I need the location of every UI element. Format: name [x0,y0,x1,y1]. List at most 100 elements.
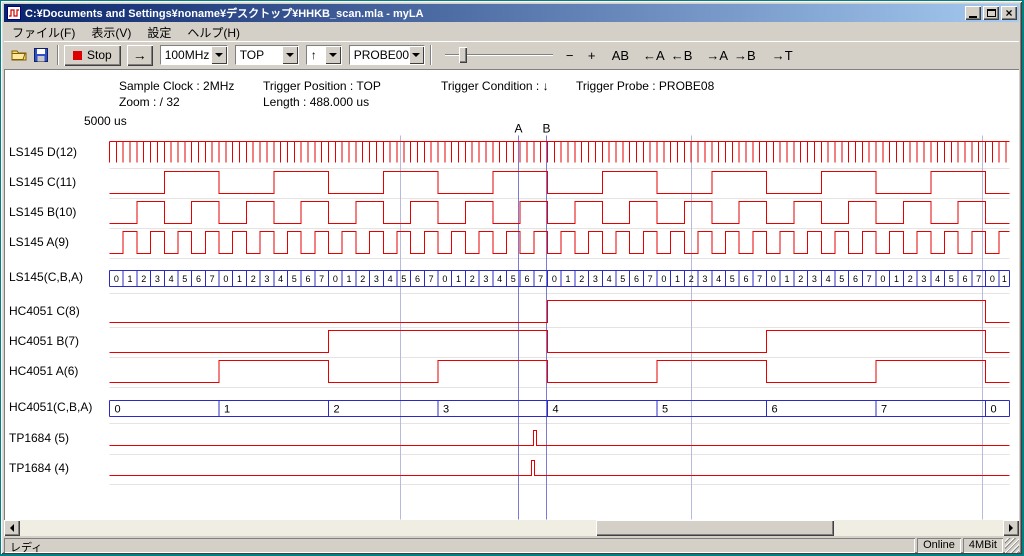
svg-text:5: 5 [292,274,297,284]
toolbar-separator [57,45,59,65]
svg-text:2: 2 [798,274,803,284]
svg-text:4: 4 [607,274,612,284]
svg-text:0: 0 [552,274,557,284]
svg-text:0: 0 [880,274,885,284]
stop-button[interactable]: Stop [64,45,121,66]
svg-text:7: 7 [757,274,762,284]
save-button[interactable] [30,44,52,66]
stop-icon [73,51,82,60]
svg-text:A: A [514,122,522,136]
svg-text:2: 2 [470,274,475,284]
maximize-button[interactable] [983,6,999,20]
toolbar-separator [430,45,432,65]
zoom-slider[interactable] [445,45,553,65]
trigger-edge-select[interactable]: ↑ [306,45,342,65]
svg-text:1: 1 [128,274,133,284]
svg-text:3: 3 [483,274,488,284]
goto-a-right-button[interactable]: →A [703,45,731,65]
chevron-down-glyph [329,53,337,57]
svg-text:6: 6 [962,274,967,284]
svg-text:0: 0 [771,274,776,284]
svg-text:4: 4 [169,274,174,284]
probe-select-value: PROBE00 [350,46,409,64]
goto-b-right-button[interactable]: →B [731,45,759,65]
svg-text:5: 5 [620,274,625,284]
svg-text:4: 4 [716,274,721,284]
chevron-down-icon[interactable] [325,46,341,64]
svg-text:3: 3 [374,274,379,284]
svg-text:4: 4 [553,404,559,416]
svg-text:6: 6 [524,274,529,284]
scroll-right-button[interactable] [1003,520,1019,536]
svg-text:3: 3 [264,274,269,284]
svg-text:3: 3 [812,274,817,284]
svg-text:3: 3 [921,274,926,284]
trigger-position-select[interactable]: TOP [235,45,299,65]
goto-t-button[interactable]: →T [769,45,796,65]
svg-text:4: 4 [935,274,940,284]
trigger-position-value: TOP [236,46,282,64]
svg-text:6: 6 [853,274,858,284]
zoom-out-button[interactable]: − [559,45,581,65]
svg-text:1: 1 [894,274,899,284]
desktop: { "window": { "title": "C:¥Documents and… [0,0,1024,556]
svg-text:3: 3 [593,274,598,284]
chevron-down-icon[interactable] [211,46,227,64]
zoom-in-button[interactable]: + [581,45,603,65]
waveform-plot[interactable]: AB01234567012345670123456701234567012345… [4,69,1019,520]
ab-button[interactable]: AB [609,45,632,65]
scroll-left-button[interactable] [4,520,20,536]
svg-text:2: 2 [251,274,256,284]
svg-text:5: 5 [662,404,668,416]
goto-b-left-button[interactable]: ←B [668,45,696,65]
titlebar[interactable]: C:¥Documents and Settings¥noname¥デスクトップ¥… [4,4,1019,22]
menu-view[interactable]: 表示(V) [83,23,139,42]
run-button[interactable]: → [127,45,153,66]
svg-text:4: 4 [497,274,502,284]
svg-text:7: 7 [538,274,543,284]
floppy-icon [33,47,49,63]
svg-text:2: 2 [141,274,146,284]
close-button[interactable]: × [1001,6,1017,20]
app-icon [7,6,21,20]
menu-file[interactable]: ファイル(F) [4,23,83,42]
svg-text:3: 3 [443,404,449,416]
svg-text:4: 4 [388,274,393,284]
svg-text:0: 0 [442,274,447,284]
svg-text:2: 2 [334,404,340,416]
chevron-down-icon[interactable] [282,46,298,64]
slider-thumb[interactable] [459,47,467,63]
svg-text:6: 6 [415,274,420,284]
svg-text:7: 7 [429,274,434,284]
svg-text:0: 0 [990,274,995,284]
chevron-down-icon[interactable] [409,46,424,64]
minimize-button[interactable] [965,6,981,20]
svg-text:7: 7 [867,274,872,284]
window-title: C:¥Documents and Settings¥noname¥デスクトップ¥… [25,5,965,21]
scroll-left-icon [10,524,14,532]
svg-text:7: 7 [881,404,887,416]
svg-text:0: 0 [333,274,338,284]
svg-text:6: 6 [305,274,310,284]
resize-grip[interactable] [1005,538,1019,553]
clock-select[interactable]: 100MHz [160,45,228,65]
status-message: レディ [4,538,915,553]
svg-text:2: 2 [908,274,913,284]
scrollbar-thumb[interactable] [596,520,834,536]
goto-a-left-button[interactable]: ←A [640,45,668,65]
window-controls: × [965,6,1017,20]
svg-text:1: 1 [347,274,352,284]
svg-text:1: 1 [224,404,230,416]
svg-text:0: 0 [661,274,666,284]
waveform-client: Sample Clock : 2MHz Trigger Position : T… [4,69,1019,520]
status-online: Online [917,538,961,553]
menu-help[interactable]: ヘルプ(H) [179,23,248,42]
probe-select[interactable]: PROBE00 [349,45,425,65]
svg-text:2: 2 [360,274,365,284]
menu-settings[interactable]: 設定 [139,23,179,42]
horizontal-scrollbar[interactable] [4,520,1019,536]
toolbar: Stop → 100MHz TOP ↑ PROBE00 − + AB ←A ←B… [4,41,1019,68]
app-window: C:¥Documents and Settings¥noname¥デスクトップ¥… [1,1,1022,554]
svg-text:1: 1 [237,274,242,284]
open-button[interactable] [8,44,30,66]
